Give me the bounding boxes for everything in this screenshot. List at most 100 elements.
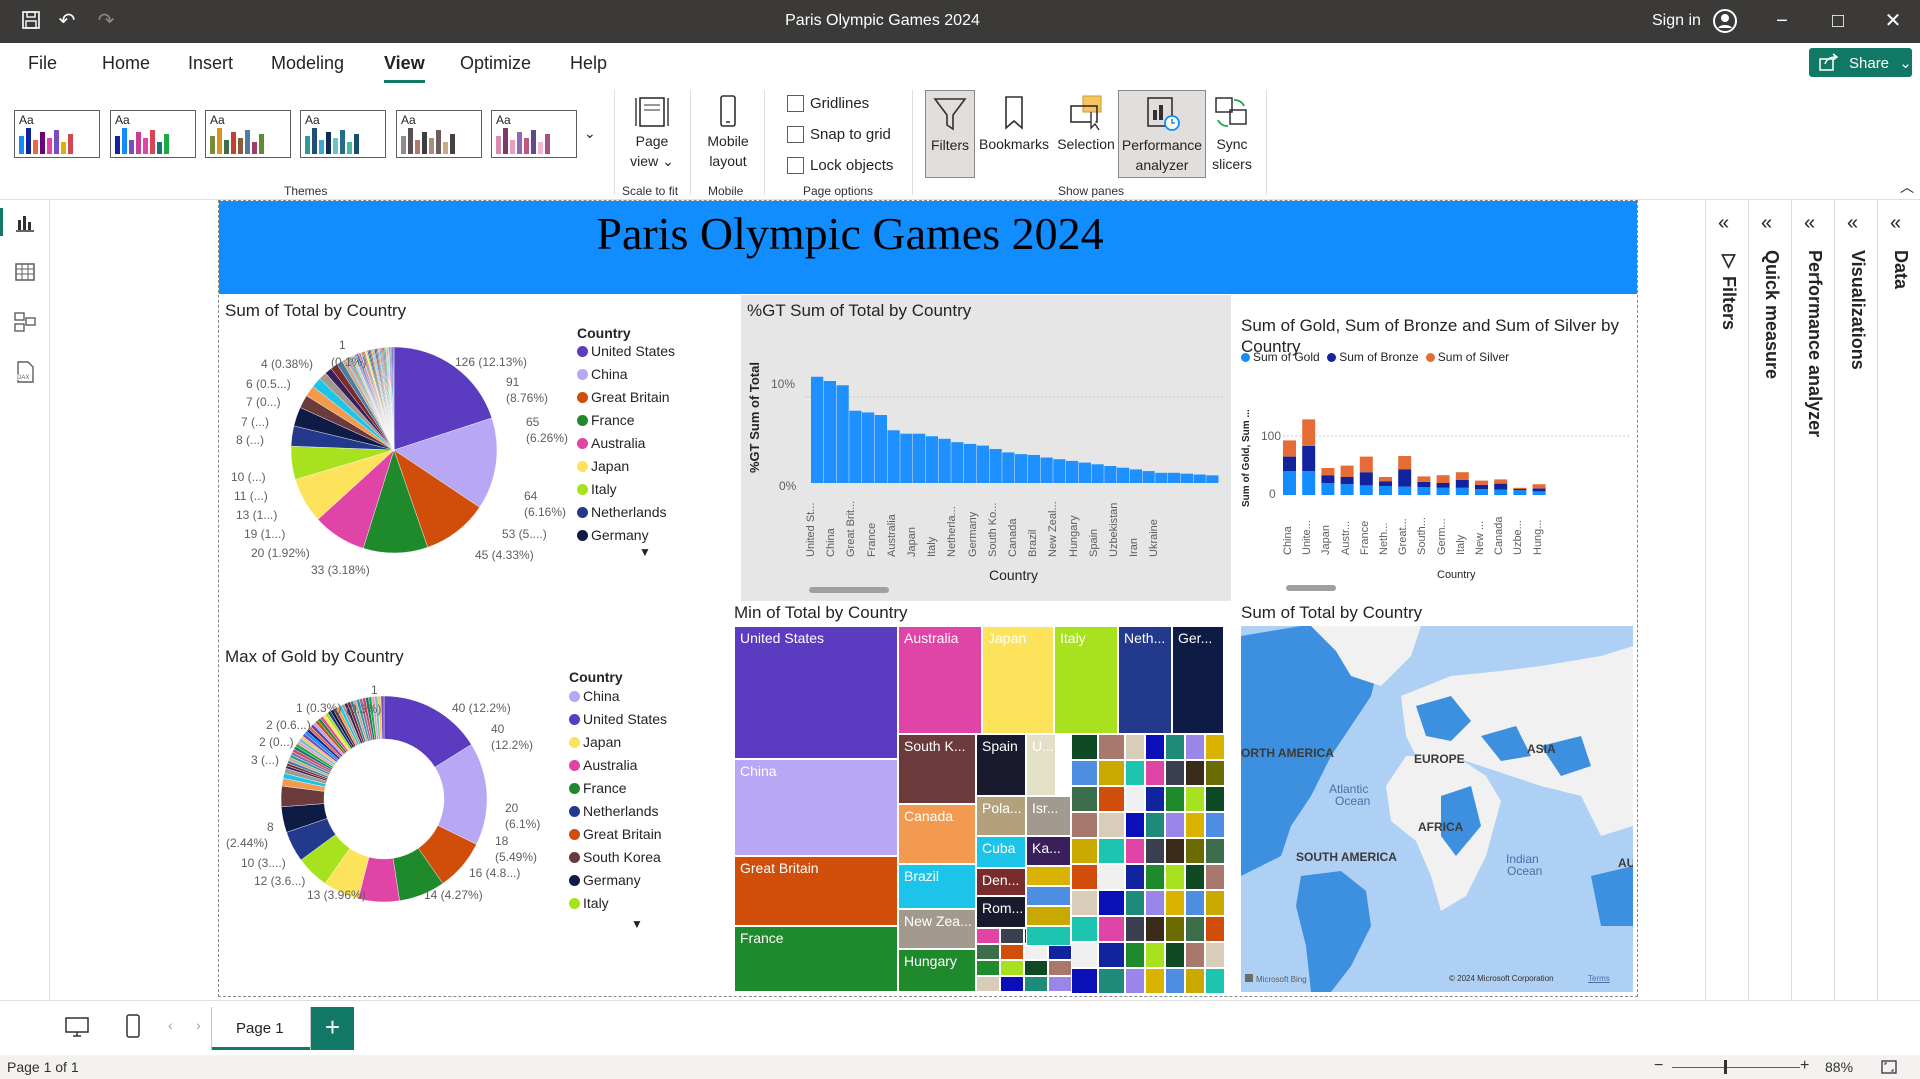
treemap-tile[interactable]	[1125, 942, 1145, 968]
zoom-slider[interactable]	[1672, 1067, 1800, 1068]
stacked-segment[interactable]	[1436, 483, 1450, 488]
treemap-tile[interactable]	[1145, 890, 1165, 916]
zoom-in-button[interactable]: +	[1800, 1057, 1809, 1075]
treemap-tile[interactable]	[1145, 760, 1165, 786]
stacked-segment[interactable]	[1398, 486, 1412, 495]
treemap-tile[interactable]	[1165, 812, 1185, 838]
legend-item[interactable]: Germany	[577, 527, 649, 543]
data-pane[interactable]: « Data	[1877, 200, 1920, 1055]
treemap-tile[interactable]	[1125, 890, 1145, 916]
legend-item[interactable]: France	[577, 412, 635, 428]
zoom-out-button[interactable]: −	[1654, 1057, 1663, 1075]
stacked-segment[interactable]	[1475, 480, 1488, 485]
theme-6[interactable]: Aa	[491, 110, 577, 158]
treemap-tile[interactable]	[1024, 976, 1048, 992]
treemap-tile[interactable]: Neth...	[1118, 626, 1172, 734]
treemap-tile[interactable]	[1165, 864, 1185, 890]
legend-item[interactable]: Australia	[577, 435, 645, 451]
bar[interactable]	[1142, 471, 1155, 483]
treemap-tile[interactable]	[1000, 944, 1024, 960]
treemap-tile[interactable]	[1125, 734, 1145, 760]
bar[interactable]	[938, 438, 951, 483]
treemap-tile[interactable]: Canada	[898, 804, 976, 864]
treemap-tile[interactable]: France	[734, 926, 898, 992]
treemap-tile[interactable]	[1145, 864, 1165, 890]
treemap-tile[interactable]: Brazil	[898, 864, 976, 909]
map-sum-total[interactable]: Sum of Total by Country ORTH AMERICA EUR…	[1231, 601, 1637, 998]
treemap-tile[interactable]	[1165, 968, 1185, 994]
legend-item[interactable]: Netherlands	[577, 504, 667, 520]
table-view-icon[interactable]	[13, 260, 37, 284]
treemap-tile[interactable]	[1098, 786, 1125, 812]
snap-to-grid-checkbox[interactable]: Snap to grid	[787, 126, 891, 143]
treemap-tile[interactable]	[1205, 916, 1225, 942]
bar[interactable]	[1155, 472, 1168, 483]
bar[interactable]	[1053, 459, 1066, 483]
bar[interactable]	[849, 410, 862, 483]
stacked-segment[interactable]	[1379, 486, 1392, 495]
treemap-tile[interactable]	[1145, 968, 1165, 994]
stacked-segment[interactable]	[1475, 484, 1488, 489]
stacked-segment[interactable]	[1302, 419, 1316, 446]
treemap-tile[interactable]: Spain	[976, 734, 1026, 796]
bar[interactable]	[1117, 467, 1130, 483]
treemap-tile[interactable]	[1205, 786, 1225, 812]
treemap-tile[interactable]	[1098, 942, 1125, 968]
expand-icon[interactable]: «	[1718, 212, 1729, 235]
stacked-segment[interactable]	[1340, 477, 1354, 485]
horizontal-scrollbar[interactable]	[1286, 585, 1336, 591]
treemap-tile[interactable]	[1048, 976, 1072, 992]
treemap-tile[interactable]: Ka...	[1026, 836, 1071, 866]
bar[interactable]	[900, 433, 913, 483]
stacked-segment[interactable]	[1475, 489, 1488, 495]
bar[interactable]	[1040, 457, 1053, 484]
theme-2[interactable]: Aa	[110, 110, 196, 158]
stacked-segment[interactable]	[1340, 465, 1354, 477]
treemap-tile[interactable]: Australia	[898, 626, 982, 734]
treemap-tile[interactable]	[1205, 812, 1225, 838]
filters-pane-button[interactable]: Filters	[925, 90, 975, 178]
bar[interactable]	[862, 412, 875, 483]
treemap-tile[interactable]: Italy	[1054, 626, 1118, 734]
treemap-tile[interactable]	[1125, 786, 1145, 812]
themes-expand-icon[interactable]: ⌄	[584, 125, 596, 142]
tab-file[interactable]: File	[28, 53, 57, 74]
previous-page-icon[interactable]: ‹	[168, 1017, 173, 1033]
treemap-tile[interactable]	[1185, 760, 1205, 786]
stacked-segment[interactable]	[1455, 487, 1469, 495]
treemap-tile[interactable]	[1165, 942, 1185, 968]
treemap-tile[interactable]	[1071, 838, 1098, 864]
stacked-segment[interactable]	[1494, 489, 1508, 495]
treemap-tile[interactable]	[1185, 916, 1205, 942]
treemap-tile[interactable]: Cuba	[976, 836, 1026, 868]
bar[interactable]	[964, 443, 977, 483]
treemap-tile[interactable]: Great Britain	[734, 856, 898, 926]
performance-analyzer-button[interactable]: Performance analyzer	[1118, 90, 1206, 178]
theme-4[interactable]: Aa	[300, 110, 386, 158]
treemap-tile[interactable]	[1165, 786, 1185, 812]
stacked-plot[interactable]	[1231, 295, 1637, 601]
treemap-tile[interactable]	[1098, 760, 1125, 786]
treemap-tile[interactable]	[1026, 926, 1071, 946]
treemap-tile[interactable]	[1000, 960, 1024, 976]
tab-insert[interactable]: Insert	[188, 53, 233, 74]
treemap-tile[interactable]	[1000, 976, 1024, 992]
treemap-tile[interactable]	[1185, 968, 1205, 994]
bar[interactable]	[1180, 473, 1193, 483]
legend-item[interactable]: China	[569, 688, 620, 704]
treemap-tile[interactable]	[976, 944, 1000, 960]
legend-item[interactable]: China	[577, 366, 628, 382]
treemap-tile[interactable]: Hungary	[898, 949, 976, 992]
stacked-segment[interactable]	[1436, 475, 1450, 483]
treemap-tile[interactable]	[1098, 838, 1125, 864]
tab-view[interactable]: View	[384, 53, 425, 83]
bar[interactable]	[951, 442, 964, 483]
sign-in-link[interactable]: Sign in	[1652, 12, 1701, 30]
treemap-tile[interactable]	[1205, 838, 1225, 864]
model-view-icon[interactable]	[13, 310, 37, 334]
treemap-tile[interactable]: Pola...	[976, 796, 1026, 836]
treemap-tile[interactable]: U...	[1026, 734, 1056, 796]
bar[interactable]	[874, 415, 887, 483]
legend-item[interactable]: United States	[577, 343, 675, 359]
treemap-tile[interactable]: Isr...	[1026, 796, 1071, 836]
